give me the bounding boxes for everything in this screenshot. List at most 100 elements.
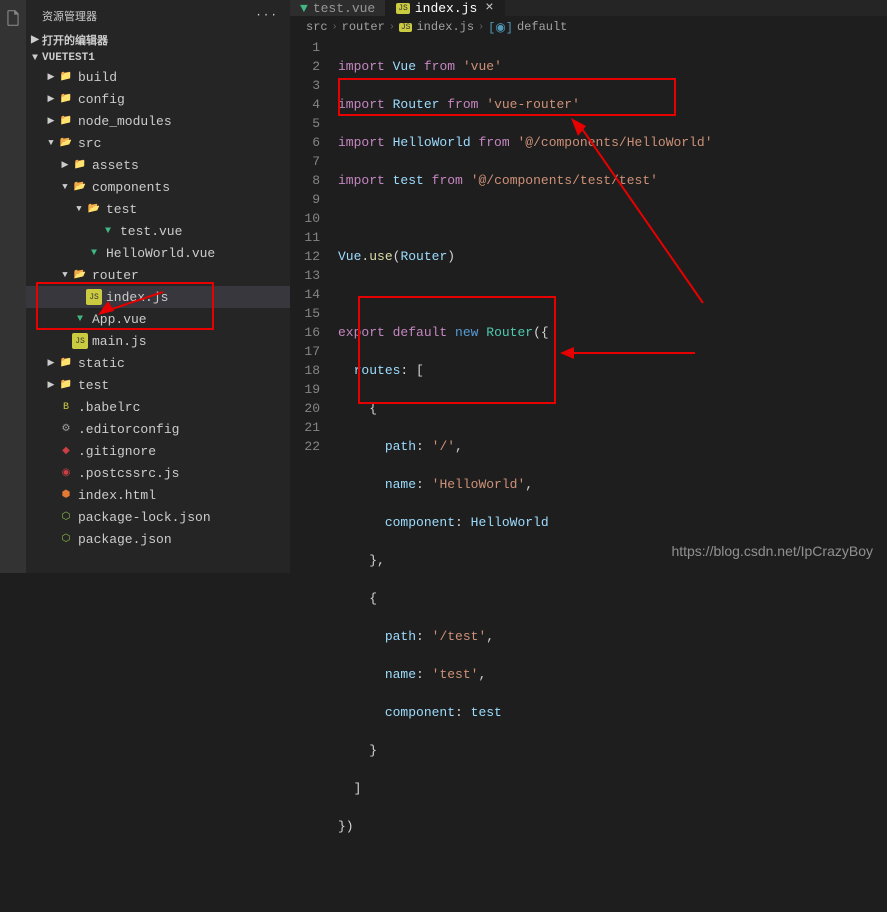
tree-label: assets [92, 158, 139, 173]
folder-icon: 📁 [58, 355, 74, 371]
tree-label: node_modules [78, 114, 172, 129]
breadcrumb[interactable]: src › router › JS index.js › [◉] default [290, 16, 887, 38]
tree-label: test [106, 202, 137, 217]
bc-src: src [306, 20, 328, 34]
npm-icon: ⬡ [58, 509, 74, 525]
code-content[interactable]: import Vue from 'vue' import Router from… [338, 38, 887, 912]
tree-label: .editorconfig [78, 422, 179, 437]
files-icon[interactable] [3, 8, 23, 28]
chevron-right-icon: › [478, 22, 484, 33]
tree-file-babelrc[interactable]: B .babelrc [26, 396, 290, 418]
project-name: VUETEST1 [42, 52, 95, 64]
tree-folder-config[interactable]: ▶📁 config [26, 88, 290, 110]
tree-file-helloworld[interactable]: ▼HelloWorld.vue [26, 242, 290, 264]
tab-test-vue[interactable]: ▼ test.vue [290, 0, 386, 16]
tree-file-test-vue[interactable]: ▼test.vue [26, 220, 290, 242]
tree-file-index-html[interactable]: ⬢ index.html [26, 484, 290, 506]
js-icon: JS [86, 289, 102, 305]
folder-icon: 📁 [72, 157, 88, 173]
bc-file: index.js [416, 20, 474, 34]
tree-file-main-js[interactable]: JSmain.js [26, 330, 290, 352]
sidebar-header: 资源管理器 ··· [26, 0, 290, 30]
chevron-down-icon: ▼ [58, 270, 72, 280]
tree-file-editorconfig[interactable]: ⚙ .editorconfig [26, 418, 290, 440]
tree-file-index-js[interactable]: JS index.js [26, 286, 290, 308]
tree-label: src [78, 136, 101, 151]
tree-label: index.html [78, 488, 156, 503]
chevron-right-icon: ▶ [28, 34, 42, 46]
tree-label: .babelrc [78, 400, 140, 415]
chevron-right-icon: ▶ [58, 160, 72, 170]
tree-label: HelloWorld.vue [106, 246, 215, 261]
vue-icon: ▼ [72, 311, 88, 327]
babel-icon: B [58, 399, 74, 415]
tree-folder-test2[interactable]: ▶📁 test [26, 374, 290, 396]
tree-folder-test[interactable]: ▼📂test [26, 198, 290, 220]
code-editor[interactable]: 12345678910111213141516171819202122 impo… [290, 38, 887, 912]
chevron-right-icon: ▶ [44, 72, 58, 82]
open-editors-section[interactable]: ▶ 打开的编辑器 [26, 30, 290, 50]
tree-file-gitignore[interactable]: ◆ .gitignore [26, 440, 290, 462]
folder-icon: 📁 [58, 91, 74, 107]
tab-label: index.js [415, 1, 477, 16]
bc-symbol: default [517, 20, 567, 34]
more-icon[interactable]: ··· [255, 10, 278, 22]
chevron-down-icon: ▼ [28, 53, 42, 64]
tree-file-app-vue[interactable]: ▼ App.vue [26, 308, 290, 330]
js-icon: JS [72, 333, 88, 349]
tree-folder-router[interactable]: ▼📂 router [26, 264, 290, 286]
tree-label: package-lock.json [78, 510, 211, 525]
git-icon: ◆ [58, 443, 74, 459]
tree-label: .gitignore [78, 444, 156, 459]
open-editors-label: 打开的编辑器 [42, 32, 108, 48]
vue-icon: ▼ [300, 1, 308, 16]
tree-folder-static[interactable]: ▶📁 static [26, 352, 290, 374]
tree-label: .postcssrc.js [78, 466, 179, 481]
tab-index-js[interactable]: JS index.js × [386, 0, 504, 16]
symbol-icon: [◉] [488, 20, 513, 35]
tree-label: package.json [78, 532, 172, 547]
tree-folder-assets[interactable]: ▶📁 assets [26, 154, 290, 176]
tree-label: test [78, 378, 109, 393]
tree-file-postcssrc[interactable]: ◉ .postcssrc.js [26, 462, 290, 484]
close-icon[interactable]: × [485, 0, 493, 16]
tree-folder-components[interactable]: ▼📂components [26, 176, 290, 198]
tree-label: config [78, 92, 125, 107]
watermark: https://blog.csdn.net/IpCrazyBoy [671, 543, 873, 559]
file-tree: ▶📁build ▶📁config ▶📁node_modules ▼📂src ▶📁… [26, 66, 290, 573]
chevron-right-icon: › [389, 22, 395, 33]
editor-tabs: ▼ test.vue JS index.js × [290, 0, 887, 16]
chevron-right-icon: ▶ [44, 380, 58, 390]
line-gutter: 12345678910111213141516171819202122 [290, 38, 338, 912]
html-icon: ⬢ [58, 487, 74, 503]
chevron-down-icon: ▼ [58, 182, 72, 192]
vue-icon: ▼ [100, 223, 116, 239]
explorer-title: 资源管理器 [42, 8, 97, 24]
tree-file-package-json[interactable]: ⬡ package.json [26, 528, 290, 550]
tree-label: components [92, 180, 170, 195]
chevron-right-icon: ▶ [44, 358, 58, 368]
tree-label: static [78, 356, 125, 371]
tree-label: App.vue [92, 312, 147, 327]
tree-label: index.js [106, 290, 168, 305]
postcss-icon: ◉ [58, 465, 74, 481]
config-icon: ⚙ [58, 421, 74, 437]
folder-icon: 📂 [72, 267, 88, 283]
folder-icon: 📂 [86, 201, 102, 217]
tree-folder-node-modules[interactable]: ▶📁node_modules [26, 110, 290, 132]
folder-icon: 📁 [58, 377, 74, 393]
tree-label: build [78, 70, 117, 85]
js-icon: JS [399, 23, 413, 32]
chevron-right-icon: › [332, 22, 338, 33]
folder-icon: 📁 [58, 69, 74, 85]
tree-label: router [92, 268, 139, 283]
tree-folder-build[interactable]: ▶📁 build [26, 66, 290, 88]
npm-icon: ⬡ [58, 531, 74, 547]
tree-file-package-lock[interactable]: ⬡ package-lock.json [26, 506, 290, 528]
tree-folder-src[interactable]: ▼📂src [26, 132, 290, 154]
chevron-down-icon: ▼ [44, 138, 58, 148]
project-section[interactable]: ▼ VUETEST1 [26, 50, 290, 66]
editor-area: ▼ test.vue JS index.js × src › router › … [290, 0, 887, 573]
activity-bar [0, 0, 26, 573]
chevron-right-icon: ▶ [44, 94, 58, 104]
